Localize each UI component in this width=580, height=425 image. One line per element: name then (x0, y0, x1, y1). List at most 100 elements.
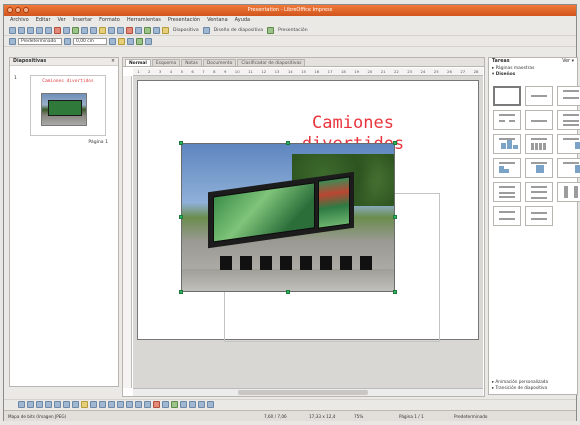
rotate-icon[interactable] (136, 37, 143, 45)
menu-herramientas[interactable]: Herramientas (127, 16, 161, 25)
resize-handle[interactable] (393, 141, 397, 145)
extrusion-icon[interactable] (180, 401, 187, 408)
layout-centered-text[interactable] (525, 110, 553, 130)
rotate-icon[interactable] (189, 401, 196, 408)
menu-presentacion[interactable]: Presentación (168, 16, 200, 25)
menu-formato[interactable]: Formato (99, 16, 120, 25)
resize-handle[interactable] (393, 215, 397, 219)
tab-clasificador[interactable]: Clasificador de diapositivas (237, 59, 306, 66)
minimize-window-button[interactable] (15, 7, 21, 13)
align-icon[interactable] (145, 37, 152, 45)
fontwork-icon[interactable] (153, 401, 160, 408)
layout-extra[interactable] (525, 206, 553, 226)
menu-archivo[interactable]: Archivo (10, 16, 29, 25)
shadow-icon[interactable] (127, 37, 134, 45)
presentation-icon[interactable] (267, 26, 275, 34)
slide-canvas[interactable]: Camiones divertidos (133, 76, 483, 388)
close-window-button[interactable] (7, 7, 13, 13)
cut-icon[interactable] (81, 26, 88, 34)
resize-handle[interactable] (179, 141, 183, 145)
layout-four-content[interactable] (493, 182, 521, 202)
layout-table[interactable] (525, 134, 553, 154)
horizontal-scrollbar[interactable] (133, 388, 483, 396)
maximize-window-button[interactable] (23, 7, 29, 13)
points-icon[interactable] (144, 401, 151, 408)
slide-thumbnail[interactable]: Camiones divertidos (30, 75, 106, 136)
layout-blank[interactable] (493, 86, 521, 106)
resize-handle[interactable] (286, 290, 290, 294)
from-file-icon[interactable] (162, 401, 169, 408)
image-icon[interactable] (144, 26, 151, 34)
resize-handle[interactable] (286, 141, 290, 145)
email-icon[interactable] (36, 26, 43, 34)
text-icon[interactable] (63, 401, 70, 408)
save-icon[interactable] (27, 26, 34, 34)
open-icon[interactable] (18, 26, 25, 34)
tab-esquema[interactable]: Esquema (151, 59, 181, 66)
layout-vertical[interactable] (557, 182, 580, 202)
arrow-line-icon[interactable] (36, 401, 43, 408)
select-icon[interactable] (18, 401, 25, 408)
close-icon[interactable]: × (111, 58, 115, 66)
tab-notas[interactable]: Notas (181, 59, 202, 66)
spellcheck-icon[interactable] (72, 26, 79, 34)
curve-icon[interactable] (72, 401, 79, 408)
section-layouts[interactable]: ▾ Diseños (489, 72, 577, 78)
tab-normal[interactable]: Normal (125, 59, 151, 66)
size-select[interactable]: 0,00 cm (73, 37, 107, 45)
resize-handle[interactable] (179, 215, 183, 219)
menu-ventana[interactable]: Ventana (207, 16, 228, 25)
table-icon[interactable] (135, 26, 142, 34)
layout-two-rows[interactable] (525, 182, 553, 202)
menu-ayuda[interactable]: Ayuda (235, 16, 250, 25)
flowchart-icon[interactable] (117, 401, 124, 408)
layout-chart-text[interactable] (493, 158, 521, 178)
slide[interactable]: Camiones divertidos (137, 80, 479, 342)
copy-icon[interactable] (90, 26, 97, 34)
chart-icon[interactable] (126, 26, 133, 34)
layout-six-content[interactable] (493, 206, 521, 226)
layout-title[interactable] (525, 86, 553, 106)
layout-image[interactable] (525, 158, 553, 178)
layout-title-text[interactable] (557, 110, 580, 130)
arrange-icon[interactable] (207, 401, 214, 408)
undo-icon[interactable] (108, 26, 115, 34)
resize-handle[interactable] (393, 290, 397, 294)
layout-text-image[interactable] (557, 158, 580, 178)
ellipse-icon[interactable] (54, 401, 61, 408)
view-menu[interactable]: Ver ▾ (562, 58, 574, 66)
select-arrow-icon[interactable] (9, 37, 16, 45)
symbol-shapes-icon[interactable] (99, 401, 106, 408)
presentation-button[interactable]: Presentación (276, 28, 310, 33)
tab-documento[interactable]: Documento (202, 59, 237, 66)
menu-editar[interactable]: Editar (36, 16, 51, 25)
slide-button[interactable]: Diapositiva (171, 28, 201, 33)
menu-insertar[interactable]: Insertar (73, 16, 92, 25)
scrollbar-thumb[interactable] (238, 390, 368, 395)
rectangle-icon[interactable] (45, 401, 52, 408)
paste-icon[interactable] (99, 26, 106, 34)
line-icon[interactable] (27, 401, 34, 408)
fill-color-icon[interactable] (118, 37, 125, 45)
layout-title-content[interactable] (557, 86, 580, 106)
menu-ver[interactable]: Ver (58, 16, 66, 25)
zoom-icon[interactable] (153, 26, 160, 34)
truck-image[interactable] (181, 143, 395, 292)
layout-icon[interactable] (202, 26, 210, 34)
basic-shapes-icon[interactable] (90, 401, 97, 408)
status-zoom[interactable]: 75% (354, 411, 363, 422)
resize-handle[interactable] (179, 290, 183, 294)
new-document-icon[interactable] (9, 26, 16, 34)
redo-icon[interactable] (117, 26, 124, 34)
slide-layout-button[interactable]: Diseño de diapositiva (212, 28, 265, 33)
line-color-icon[interactable] (109, 37, 116, 45)
layout-title-2-content[interactable] (493, 110, 521, 130)
slide-icon[interactable] (162, 26, 169, 34)
section-slide-transition[interactable]: ▸ Transición de diapositiva (492, 385, 548, 391)
stars-icon[interactable] (135, 401, 142, 408)
line-style-icon[interactable] (64, 37, 71, 45)
connector-icon[interactable] (81, 401, 88, 408)
layout-text-chart[interactable] (557, 134, 580, 154)
block-arrows-icon[interactable] (108, 401, 115, 408)
print-icon[interactable] (63, 26, 70, 34)
